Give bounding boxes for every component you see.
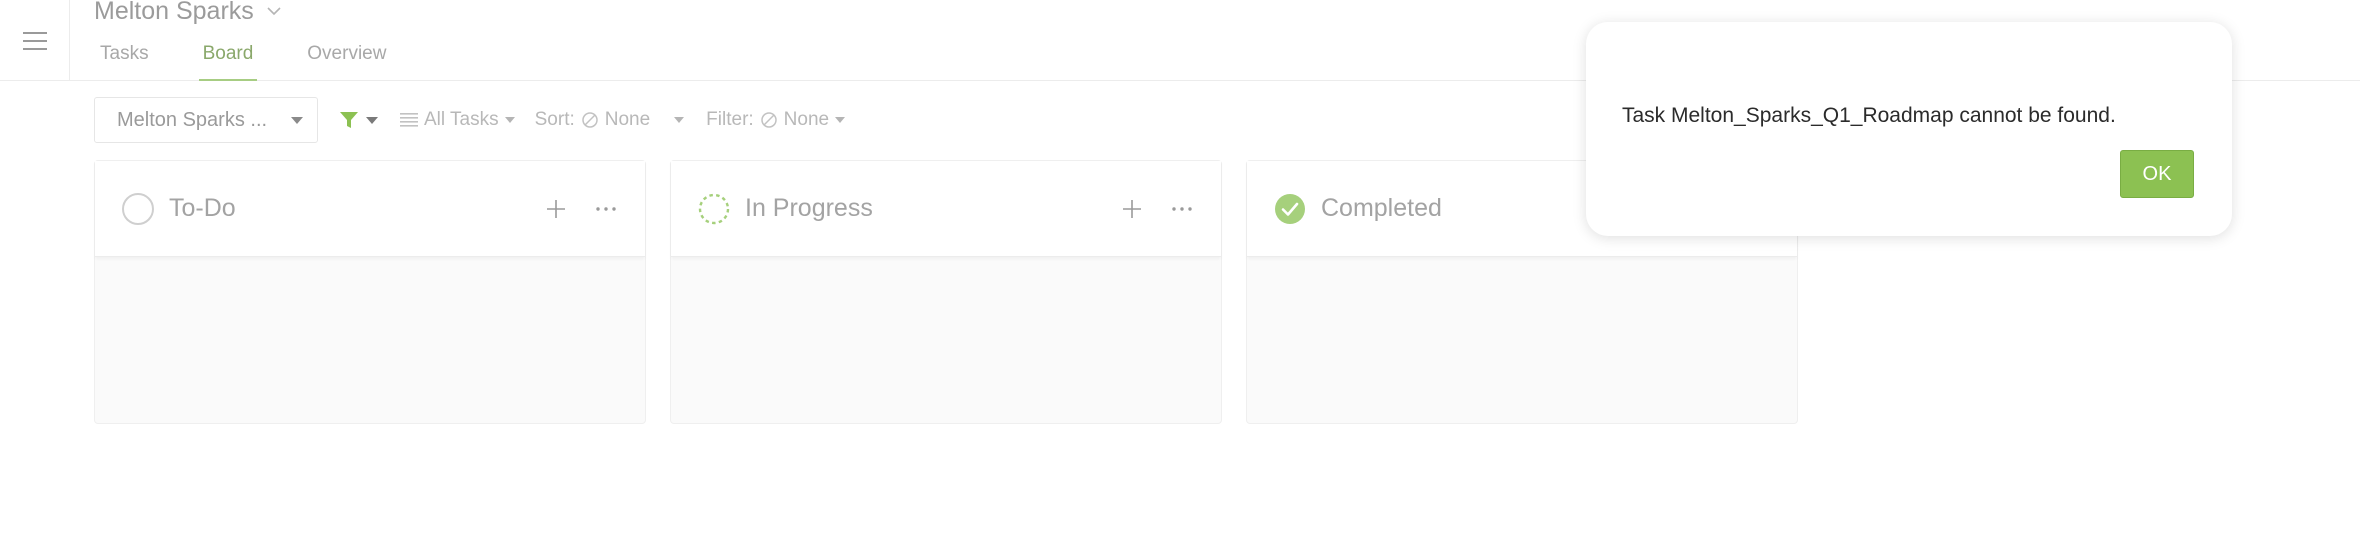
- caret-down-icon: [504, 117, 515, 123]
- chevron-down-icon: [267, 7, 281, 16]
- plus-icon: [1123, 199, 1141, 218]
- caret-down-icon: [291, 116, 303, 124]
- filter-label: Filter:: [706, 109, 754, 130]
- project-title: Melton Sparks: [94, 0, 254, 25]
- column-title: In Progress: [745, 194, 873, 222]
- plus-icon: [547, 199, 565, 218]
- check-circle-icon: [1275, 193, 1305, 224]
- tab-board[interactable]: Board: [198, 40, 257, 81]
- caret-down-icon: [674, 117, 685, 123]
- project-title-dropdown[interactable]: Melton Sparks: [94, 0, 284, 26]
- tab-tasks[interactable]: Tasks: [100, 40, 149, 81]
- more-horizontal-icon: [1172, 206, 1192, 211]
- list-icon: [400, 113, 418, 127]
- project-select-value: Melton Sparks ...: [117, 108, 268, 131]
- add-task-button[interactable]: [539, 192, 573, 226]
- ok-button[interactable]: OK: [2120, 150, 2194, 198]
- column-more-button[interactable]: [1165, 192, 1199, 226]
- filter-value: None: [783, 109, 830, 130]
- none-icon: [760, 112, 777, 128]
- empty-circle-icon: [122, 192, 154, 225]
- filter-funnel-button[interactable]: [338, 97, 378, 143]
- main-menu-button[interactable]: [0, 0, 70, 81]
- funnel-icon: [340, 112, 358, 128]
- dialog-message: Task Melton_Sparks_Q1_Roadmap cannot be …: [1622, 104, 2116, 127]
- board-column-in-progress: In Progress: [670, 160, 1222, 424]
- column-title: To-Do: [169, 194, 236, 222]
- none-icon: [582, 112, 598, 128]
- all-tasks-label: All Tasks: [424, 109, 499, 130]
- board-column-todo: To-Do: [94, 160, 646, 424]
- board-toolbar: Melton Sparks ... All Tasks Sort: None F…: [94, 97, 1194, 143]
- add-task-button[interactable]: [1115, 192, 1149, 226]
- more-horizontal-icon: [596, 206, 616, 211]
- filter-dropdown[interactable]: Filter: None: [706, 97, 846, 143]
- error-dialog: Task Melton_Sparks_Q1_Roadmap cannot be …: [1586, 22, 2232, 236]
- dashed-circle-icon: [698, 193, 730, 224]
- all-tasks-dropdown[interactable]: All Tasks: [400, 97, 515, 143]
- column-header: To-Do: [95, 161, 645, 257]
- project-select[interactable]: Melton Sparks ...: [94, 97, 318, 143]
- sort-dropdown[interactable]: Sort: None: [535, 97, 685, 143]
- column-more-button[interactable]: [589, 192, 623, 226]
- caret-down-icon: [835, 117, 846, 123]
- tab-overview[interactable]: Overview: [307, 40, 386, 81]
- caret-down-icon: [366, 116, 378, 124]
- sort-value: None: [604, 109, 651, 130]
- column-header: In Progress: [671, 161, 1221, 257]
- hamburger-icon: [22, 31, 47, 50]
- view-tabs: Tasks Board Overview: [100, 40, 440, 81]
- sort-label: Sort:: [534, 109, 575, 130]
